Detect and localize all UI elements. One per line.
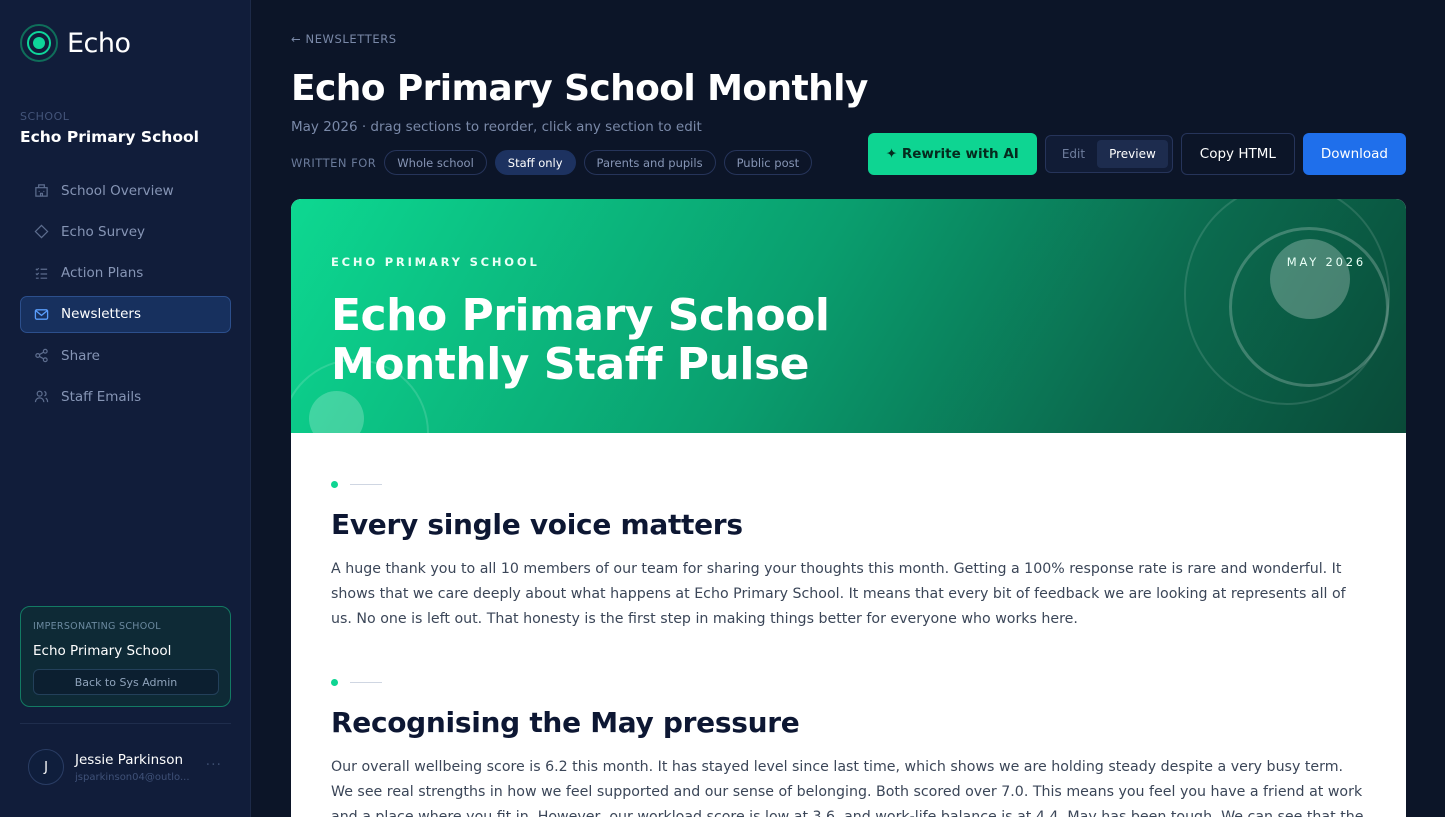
users-icon [33,389,49,405]
app-logo[interactable]: Echo [20,24,131,62]
sidebar-item-label: Staff Emails [61,388,142,405]
impersonation-panel: IMPERSONATING SCHOOL Echo Primary School… [20,606,231,707]
newsletter-hero[interactable]: ECHO PRIMARY SCHOOL MAY 2026 Echo Primar… [291,199,1406,433]
section-title: Every single voice matters [331,508,743,541]
app-name: Echo [67,27,131,59]
audience-chip-public-post[interactable]: Public post [723,150,813,175]
section-marker [331,677,1366,687]
audience-selector: WRITTEN FOR Whole school Staff only Pare… [291,150,820,175]
sidebar-item-share[interactable]: Share [20,337,231,374]
sidebar-item-label: School Overview [61,182,174,199]
section-body: A huge thank you to all 10 members of ou… [331,561,1346,627]
toolbar: ✦ Rewrite with AI Edit Preview Copy HTML… [867,133,1406,175]
hero-title: Echo Primary School Monthly Staff Pulse [331,290,830,390]
newsletter-section[interactable]: Every single voice matters A huge thank … [331,479,1366,632]
hero-date: MAY 2026 [1286,255,1366,269]
building-icon [33,183,49,199]
section-marker [331,479,1366,489]
divider [20,723,231,724]
section-title: Recognising the May pressure [331,706,800,739]
checklist-icon [33,265,49,281]
newsletter-preview: ECHO PRIMARY SCHOOL MAY 2026 Echo Primar… [291,199,1406,817]
diamond-icon [33,224,49,240]
section-body: Our overall wellbeing score is 6.2 this … [331,759,1364,817]
mail-icon [33,306,49,322]
preview-mode-button[interactable]: Preview [1097,140,1168,168]
share-icon [33,348,49,364]
audience-chip-whole-school[interactable]: Whole school [384,150,487,175]
sidebar-item-label: Echo Survey [61,223,146,240]
sidebar-item-newsletters[interactable]: Newsletters [20,295,231,333]
sidebar-item-staff-emails[interactable]: Staff Emails [20,378,231,415]
back-to-newsletters-link[interactable]: ← NEWSLETTERS [291,32,397,46]
sidebar-item-action-plans[interactable]: Action Plans [20,255,231,292]
school-caption: SCHOOL [20,110,70,123]
echo-logo-icon [20,24,58,62]
rewrite-with-ai-button[interactable]: ✦ Rewrite with AI [867,133,1037,175]
sidebar-nav: School Overview Echo Survey Action Plans… [20,172,231,420]
download-button[interactable]: Download [1302,133,1406,175]
audience-label: WRITTEN FOR [291,155,377,170]
main-content: ← NEWSLETTERS Echo Primary School Monthl… [252,0,1445,817]
school-name: Echo Primary School [20,128,199,146]
back-to-sys-admin-button[interactable]: Back to Sys Admin [33,669,219,695]
page-title: Echo Primary School Monthly [291,68,868,109]
impersonated-school: Echo Primary School [33,643,172,659]
decorative-circle [1270,239,1350,319]
mode-toggle: Edit Preview [1044,135,1173,173]
audience-chip-staff-only[interactable]: Staff only [494,150,576,175]
sidebar: Echo SCHOOL Echo Primary School School O… [0,0,251,817]
user-profile[interactable]: J Jessie Parkinson jsparkinson04@outlo..… [28,749,228,785]
audience-chip-parents-and-pupils[interactable]: Parents and pupils [583,150,716,175]
more-options-icon[interactable]: ··· [206,757,222,773]
user-name: Jessie Parkinson [75,751,184,768]
avatar: J [28,749,64,785]
sidebar-item-echo-survey[interactable]: Echo Survey [20,213,231,250]
sidebar-item-label: Action Plans [61,265,144,282]
edit-mode-button[interactable]: Edit [1050,140,1097,168]
sidebar-item-school-overview[interactable]: School Overview [20,172,231,209]
sidebar-item-label: Share [61,347,100,364]
hero-school-caption: ECHO PRIMARY SCHOOL [331,255,540,269]
user-email: jsparkinson04@outlo... [75,771,190,783]
newsletter-section[interactable]: Recognising the May pressure Our overall… [331,677,1366,817]
copy-html-button[interactable]: Copy HTML [1180,133,1295,175]
page-subtitle: May 2026 · drag sections to reorder, cli… [291,119,702,135]
sidebar-item-label: Newsletters [61,306,142,323]
impersonation-caption: IMPERSONATING SCHOOL [33,621,161,632]
